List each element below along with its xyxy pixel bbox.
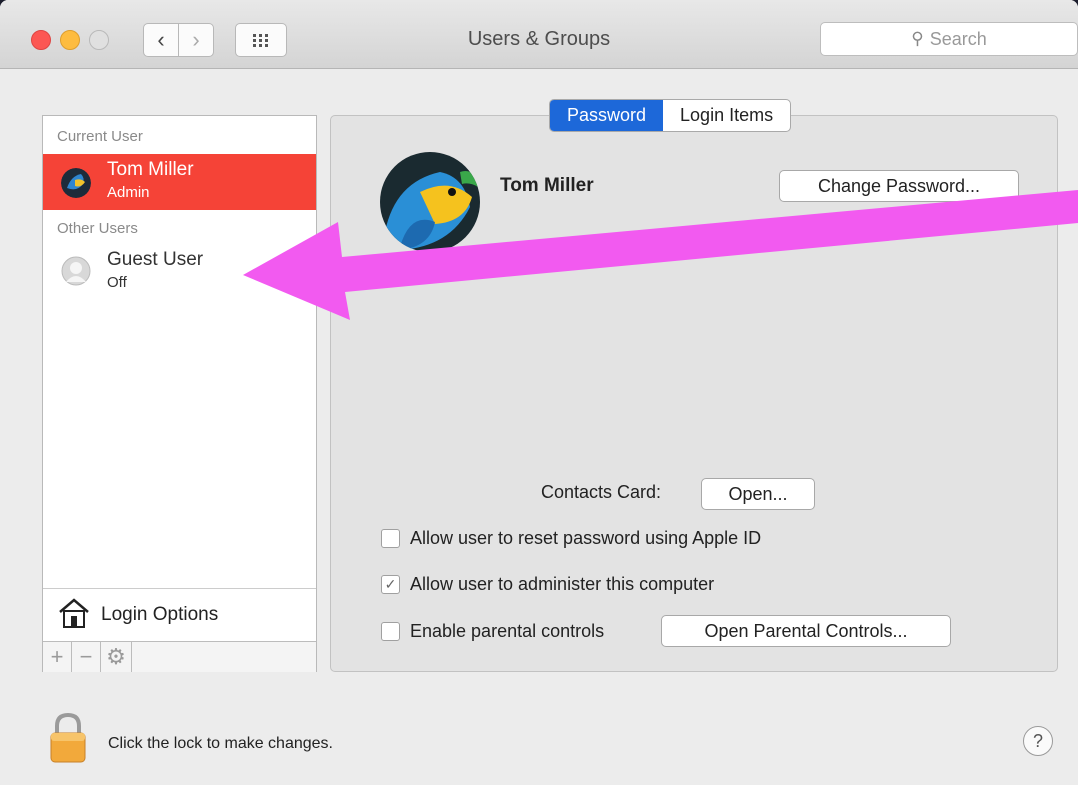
question-icon: ? <box>1032 730 1043 751</box>
lock-icon[interactable] <box>48 712 88 764</box>
profile-name: Tom Miller <box>500 175 594 196</box>
checkmark-icon: ✓ <box>384 576 397 592</box>
parental-controls-option[interactable]: Enable parental controls <box>381 621 604 642</box>
plus-icon: + <box>50 644 64 669</box>
sidebar-toolbar: + − ⚙ <box>43 641 316 672</box>
other-users-header: Other Users <box>57 220 138 237</box>
reset-password-checkbox[interactable] <box>381 529 400 548</box>
action-menu-button[interactable]: ⚙ <box>101 642 132 672</box>
house-icon <box>59 598 89 628</box>
users-sidebar: Current User Tom Miller Admin Other User… <box>42 115 317 672</box>
administer-option[interactable]: ✓ Allow user to administer this computer <box>381 574 714 595</box>
login-options-item[interactable]: Login Options <box>43 588 316 641</box>
search-icon: ⚲ <box>911 29 924 48</box>
search-placeholder: Search <box>929 28 987 49</box>
lock-message: Click the lock to make changes. <box>108 735 333 752</box>
guest-avatar-icon <box>61 256 91 286</box>
user-role: Off <box>107 274 127 291</box>
user-name: Guest User <box>107 249 204 270</box>
tab-login-items[interactable]: Login Items <box>663 100 790 131</box>
administer-checkbox[interactable]: ✓ <box>381 575 400 594</box>
reset-password-label: Allow user to reset password using Apple… <box>410 528 762 548</box>
open-contacts-card-button[interactable]: Open... <box>701 478 815 510</box>
user-row-guest[interactable]: Guest User Off <box>43 244 316 300</box>
user-row-current[interactable]: Tom Miller Admin <box>43 154 316 210</box>
user-avatar <box>61 168 91 198</box>
open-parental-controls-button[interactable]: Open Parental Controls... <box>661 615 951 647</box>
help-button[interactable]: ? <box>1023 726 1053 756</box>
user-name: Tom Miller <box>107 159 194 180</box>
search-field[interactable]: ⚲ Search <box>820 22 1078 56</box>
login-options-label: Login Options <box>101 604 219 625</box>
gear-icon: ⚙ <box>106 644 126 669</box>
add-user-button[interactable]: + <box>43 642 72 672</box>
minus-icon: − <box>79 644 93 669</box>
user-role: Admin <box>107 184 150 201</box>
change-password-button[interactable]: Change Password... <box>779 170 1019 202</box>
reset-password-option[interactable]: Allow user to reset password using Apple… <box>381 528 761 549</box>
profile-picture[interactable] <box>380 152 480 252</box>
current-user-header: Current User <box>57 128 143 145</box>
system-preferences-window: ‹ › Users & Groups ⚲ Search Current User <box>0 0 1078 785</box>
contacts-card-label: Contacts Card: <box>541 482 662 502</box>
parental-controls-label: Enable parental controls <box>410 621 605 641</box>
tab-password[interactable]: Password <box>550 100 664 131</box>
remove-user-button[interactable]: − <box>72 642 101 672</box>
administer-label: Allow user to administer this computer <box>410 574 715 594</box>
title-bar: ‹ › Users & Groups ⚲ Search <box>0 0 1078 69</box>
tab-bar: Password Login Items <box>549 99 792 132</box>
parental-controls-checkbox[interactable] <box>381 622 400 641</box>
